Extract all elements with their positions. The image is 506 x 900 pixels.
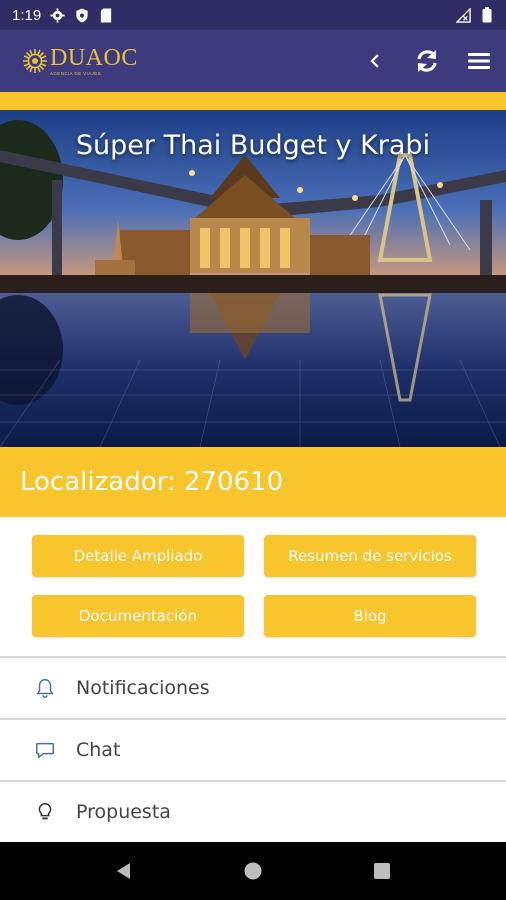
battery-icon xyxy=(479,7,494,23)
refresh-button[interactable] xyxy=(412,46,442,76)
signal-icon xyxy=(456,7,471,23)
app-header: DUAOC AGENCIA DE VIAJES xyxy=(0,30,506,92)
shield-icon xyxy=(74,7,89,23)
logo-tagline: AGENCIA DE VIAJES xyxy=(50,70,102,76)
detail-button[interactable]: Detalle Ampliado xyxy=(32,535,244,577)
status-bar: 1:19 xyxy=(0,0,506,30)
bell-icon xyxy=(33,676,57,700)
list-item-proposal[interactable]: Propuesta xyxy=(0,780,506,842)
status-time: 1:19 xyxy=(12,6,42,24)
nav-recents-button[interactable] xyxy=(362,851,402,891)
menu-icon xyxy=(468,53,490,69)
sun-logo-icon xyxy=(23,49,47,73)
sd-card-icon xyxy=(98,7,113,23)
hero-image: Súper Thai Budget y Krabi xyxy=(0,110,506,447)
nav-home-button[interactable] xyxy=(233,851,273,891)
system-nav-bar xyxy=(0,842,506,900)
refresh-icon xyxy=(417,50,437,72)
home-circle-icon xyxy=(244,862,262,880)
booking-locator: Localizador: 270610 xyxy=(20,467,284,497)
documentation-button[interactable]: Documentación xyxy=(32,595,244,637)
list-item-label: Propuesta xyxy=(76,801,171,823)
menu-button[interactable] xyxy=(464,46,494,76)
header-accent-band xyxy=(0,92,506,110)
recents-square-icon xyxy=(373,863,390,879)
trip-title: Súper Thai Budget y Krabi xyxy=(75,130,431,161)
gear-icon xyxy=(50,7,65,23)
list-item-notifications[interactable]: Notificaciones xyxy=(0,656,506,718)
logo-wordmark: DUAOC xyxy=(50,44,138,71)
brand-logo: DUAOC AGENCIA DE VIAJES xyxy=(22,46,138,77)
back-triangle-icon xyxy=(117,863,131,879)
nav-back-button[interactable] xyxy=(104,851,144,891)
blog-button[interactable]: Blog xyxy=(264,595,476,637)
lightbulb-icon xyxy=(33,800,57,824)
back-button[interactable] xyxy=(360,46,390,76)
list-item-label: Chat xyxy=(76,739,121,761)
chat-icon xyxy=(33,738,57,762)
back-icon xyxy=(370,54,379,68)
services-summary-button[interactable]: Resumen de servicios xyxy=(264,535,476,577)
list-item-chat[interactable]: Chat xyxy=(0,718,506,780)
action-buttons: Detalle Ampliado Resumen de servicios Do… xyxy=(0,517,506,657)
list-item-label: Notificaciones xyxy=(76,677,210,699)
menu-list: Notificaciones Chat Propuesta xyxy=(0,656,506,842)
locator-band: Localizador: 270610 xyxy=(0,447,506,517)
